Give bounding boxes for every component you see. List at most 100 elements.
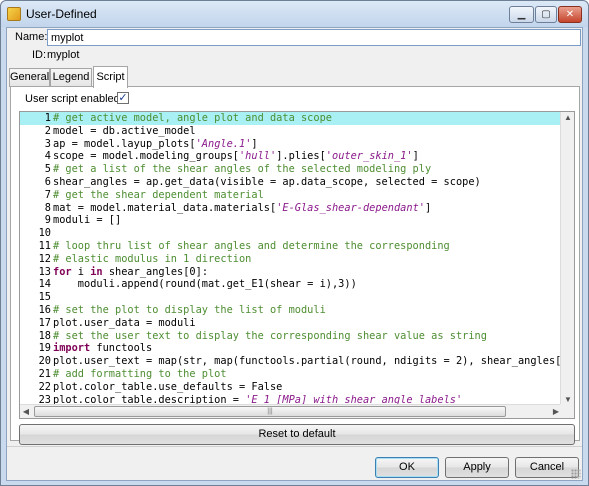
line-number: 9: [44, 214, 51, 227]
code-line[interactable]: 11 # loop thru list of shear angles and d…: [20, 240, 562, 253]
code-token-comment: # get a list of the shear angles of the …: [53, 163, 432, 176]
minimize-button[interactable]: ▁: [509, 6, 534, 23]
line-number: 2: [44, 124, 51, 137]
code-token-plain: ap = model.layup_plots[: [53, 137, 196, 150]
code-line[interactable]: 7 # get the shear dependent material: [20, 189, 562, 202]
code-line[interactable]: 10: [20, 227, 562, 240]
code-line[interactable]: 9 moduli = []: [20, 214, 562, 227]
dialog-window: User-Defined ▁ ▢ ✕ Name: ID: myplot Gene…: [0, 0, 589, 486]
code-line[interactable]: 19 import functools: [20, 342, 562, 355]
code-area[interactable]: 1 # get active model, angle plot and data…: [20, 112, 562, 406]
line-number: 11: [38, 239, 51, 252]
scroll-up-icon[interactable]: ▲: [562, 112, 574, 124]
code-text: # set the plot to display the list of mo…: [53, 304, 326, 317]
code-token-plain: i: [71, 265, 91, 278]
code-token-plain: moduli.append(round(mat.get_E1(shear = i…: [53, 278, 357, 291]
code-token-comment: # loop thru list of shear angles and det…: [53, 239, 450, 252]
code-line[interactable]: 2 model = db.active_model: [20, 125, 562, 138]
code-token-comment: # add formatting to the plot: [53, 367, 227, 380]
resize-grip[interactable]: [571, 469, 581, 479]
app-icon: [7, 7, 21, 21]
code-text: # add formatting to the plot: [53, 368, 227, 381]
ok-button[interactable]: OK: [375, 457, 439, 478]
title-bar[interactable]: User-Defined ▁ ▢ ✕: [1, 1, 588, 27]
window-title: User-Defined: [26, 7, 97, 21]
code-text: scope = model.modeling_groups['hull'].pl…: [53, 150, 419, 163]
horizontal-scroll-thumb[interactable]: |||: [34, 406, 506, 417]
code-line[interactable]: 14 moduli.append(round(mat.get_E1(shear …: [20, 278, 562, 291]
code-line[interactable]: 5 # get a list of the shear angles of the…: [20, 163, 562, 176]
code-token-plain: model = db.active_model: [53, 124, 196, 137]
tab-legend[interactable]: Legend: [50, 68, 92, 87]
code-token-comment: # get the shear dependent material: [53, 188, 264, 201]
tab-script[interactable]: Script: [93, 66, 128, 88]
script-editor[interactable]: 1 # get active model, angle plot and data…: [19, 111, 575, 419]
code-line[interactable]: 3 ap = model.layup_plots['Angle.1']: [20, 138, 562, 151]
cancel-button[interactable]: Cancel: [515, 457, 579, 478]
code-text: plot.color_table.use_defaults = False: [53, 381, 282, 394]
code-token-comment: # set the user text to display the corre…: [53, 329, 487, 342]
code-line[interactable]: 13 for i in shear_angles[0]:: [20, 266, 562, 279]
close-button[interactable]: ✕: [558, 6, 582, 23]
name-input[interactable]: [47, 29, 581, 46]
tab-general[interactable]: General: [9, 68, 50, 87]
line-number: 21: [38, 367, 51, 380]
line-number: 22: [38, 380, 51, 393]
code-text: ap = model.layup_plots['Angle.1']: [53, 138, 258, 151]
line-number: 19: [38, 342, 51, 355]
code-text: moduli = []: [53, 214, 121, 227]
reset-to-default-button[interactable]: Reset to default: [19, 424, 575, 445]
code-token-string: 'Angle.1': [195, 137, 252, 150]
maximize-button[interactable]: ▢: [535, 6, 557, 23]
code-line[interactable]: 4 scope = model.modeling_groups['hull'].p…: [20, 150, 562, 163]
code-line[interactable]: 17 plot.user_data = moduli: [20, 317, 562, 330]
line-number: 14: [38, 278, 51, 291]
code-line[interactable]: 15: [20, 291, 562, 304]
line-number: 4: [44, 150, 51, 163]
code-line[interactable]: 12 # elastic modulus in 1 direction: [20, 253, 562, 266]
code-text: # get active model, angle plot and data …: [53, 112, 332, 125]
code-text: model = db.active_model: [53, 125, 196, 138]
line-number: 17: [38, 316, 51, 329]
code-text: # get the shear dependent material: [53, 189, 264, 202]
code-token-keyword: in: [90, 265, 103, 278]
code-token-string: 'hull': [238, 150, 277, 163]
code-line[interactable]: 16 # set the plot to display the list of …: [20, 304, 562, 317]
line-number: 10: [38, 227, 51, 240]
line-number: 20: [38, 355, 51, 368]
code-token-string: 'outer_skin_1': [325, 150, 413, 163]
dialog-body: Name: ID: myplot General Legend Script U…: [6, 27, 583, 481]
code-text: # loop thru list of shear angles and det…: [53, 240, 450, 253]
code-text: mat = model.material_data.materials['E-G…: [53, 202, 431, 215]
dialog-footer: OK Apply Cancel: [7, 446, 582, 480]
code-text: shear_angles = ap.get_data(visible = ap.…: [53, 176, 481, 189]
code-line[interactable]: 6 shear_angles = ap.get_data(visible = ap…: [20, 176, 562, 189]
horizontal-scrollbar[interactable]: ◀ ||| ▶: [20, 404, 562, 418]
code-token-plain: ].plies[: [276, 150, 326, 163]
code-text: plot.user_data = moduli: [53, 317, 196, 330]
scroll-left-icon[interactable]: ◀: [20, 406, 32, 418]
code-line[interactable]: 22 plot.color_table.use_defaults = False: [20, 381, 562, 394]
code-line[interactable]: 18 # set the user text to display the cor…: [20, 330, 562, 343]
user-script-enabled-checkbox[interactable]: ✓: [117, 92, 129, 104]
code-token-plain: shear_angles[0]:: [102, 265, 209, 278]
line-number: 13: [38, 265, 51, 278]
code-line[interactable]: 8 mat = model.material_data.materials['E-…: [20, 202, 562, 215]
code-line[interactable]: 20 plot.user_text = map(str, map(functool…: [20, 355, 562, 368]
code-token-plain: plot.color_table.use_defaults = False: [53, 380, 283, 393]
code-token-plain: ]: [412, 150, 419, 163]
code-token-plain: ]: [251, 137, 258, 150]
apply-button[interactable]: Apply: [445, 457, 509, 478]
line-number: 5: [44, 163, 51, 176]
code-text: plot.user_text = map(str, map(functools.…: [53, 355, 562, 368]
code-text: # get a list of the shear angles of the …: [53, 163, 431, 176]
code-token-plain: scope = model.modeling_groups[: [53, 150, 239, 163]
code-text: # elastic modulus in 1 direction: [53, 253, 251, 266]
vertical-scrollbar[interactable]: ▲ ▼: [560, 112, 574, 406]
line-number: 7: [44, 188, 51, 201]
code-text: moduli.append(round(mat.get_E1(shear = i…: [53, 278, 357, 291]
code-token-comment: # elastic modulus in 1 direction: [53, 252, 252, 265]
line-number: 1: [44, 112, 51, 124]
code-line[interactable]: 1 # get active model, angle plot and data…: [20, 112, 562, 125]
code-line[interactable]: 21 # add formatting to the plot: [20, 368, 562, 381]
